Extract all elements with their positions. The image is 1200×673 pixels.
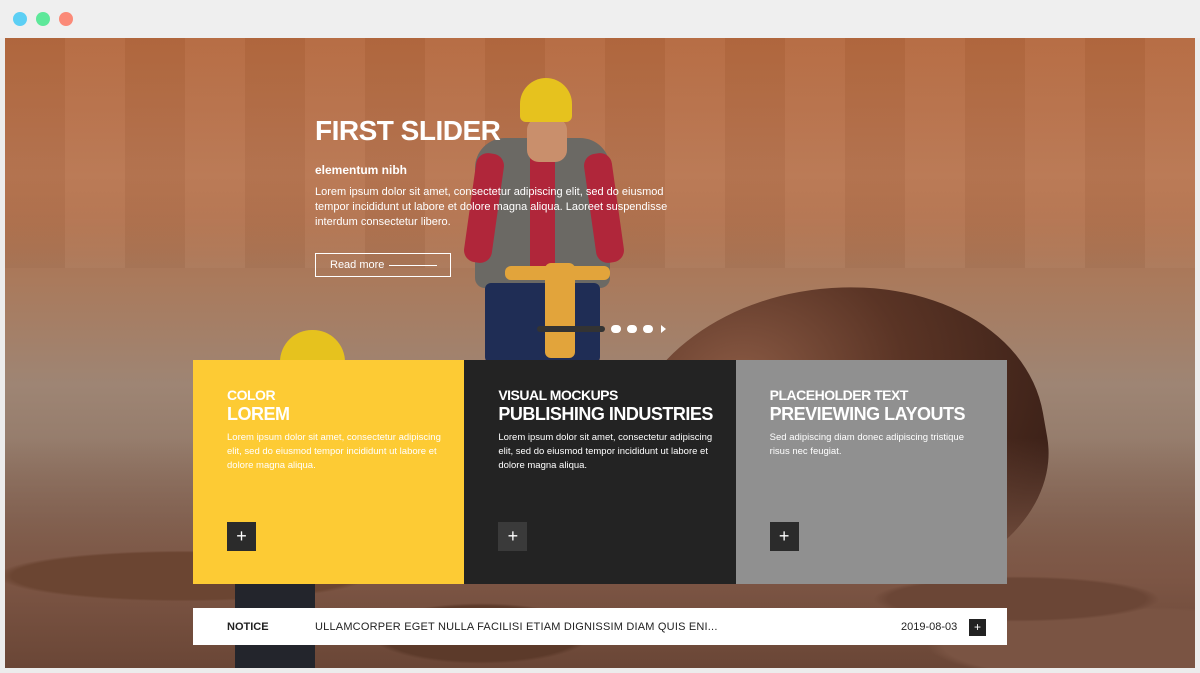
- window-dot-blue[interactable]: [13, 12, 27, 26]
- notice-label: NOTICE: [227, 620, 269, 633]
- card-text: Sed adipiscing diam donec adipiscing tri…: [769, 432, 964, 457]
- browser-window-bar: [0, 0, 1200, 38]
- slide-content: FIRST SLIDER elementum nibh Lorem ipsum …: [315, 116, 675, 230]
- card-kicker: VISUAL MOCKUPS: [498, 387, 618, 403]
- feature-card-color: COLOR LOREM Lorem ipsum dolor sit amet, …: [193, 360, 465, 584]
- card-kicker: PLACEHOLDER TEXT: [769, 387, 909, 403]
- feature-card-placeholder-text: PLACEHOLDER TEXT PREVIEWING LAYOUTS Sed …: [735, 360, 1007, 584]
- card-text: Lorem ipsum dolor sit amet, consectetur …: [498, 432, 713, 471]
- read-more-line-decoration: [389, 265, 437, 266]
- notice-link[interactable]: ULLAMCORPER EGET NULLA FACILISI ETIAM DI…: [315, 621, 718, 633]
- pager-next-arrow-icon[interactable]: [661, 325, 666, 333]
- card-plus-button[interactable]: +: [769, 522, 799, 551]
- pager-dot[interactable]: [643, 325, 653, 333]
- card-heading: PUBLISHING INDUSTRIES: [498, 404, 713, 424]
- pager-dot[interactable]: [611, 325, 621, 333]
- feature-card-visual-mockups: VISUAL MOCKUPS PUBLISHING INDUSTRIES Lor…: [464, 360, 736, 584]
- slide-description: Lorem ipsum dolor sit amet, consectetur …: [315, 186, 668, 228]
- jackhammer-handle-image: [505, 266, 610, 280]
- window-dot-red[interactable]: [59, 12, 73, 26]
- card-plus-button[interactable]: +: [498, 522, 528, 551]
- window-dot-green[interactable]: [36, 12, 50, 26]
- card-text: Lorem ipsum dolor sit amet, consectetur …: [227, 432, 441, 471]
- notice-bar: NOTICE ULLAMCORPER EGET NULLA FACILISI E…: [193, 608, 1007, 645]
- card-plus-button[interactable]: +: [227, 522, 256, 551]
- pager-dot-active[interactable]: [537, 326, 605, 332]
- worker-figure-legs: [485, 283, 600, 363]
- notice-date: 2019-08-03: [901, 620, 958, 633]
- card-heading: PREVIEWING LAYOUTS: [769, 404, 966, 424]
- slide-title: FIRST SLIDER: [315, 115, 501, 146]
- pager-dot[interactable]: [627, 325, 637, 333]
- card-kicker: COLOR: [227, 387, 276, 403]
- feature-cards: COLOR LOREM Lorem ipsum dolor sit amet, …: [193, 360, 1007, 584]
- read-more-label: Read more: [330, 259, 385, 271]
- read-more-button[interactable]: Read more: [315, 253, 451, 277]
- card-heading: LOREM: [227, 404, 290, 424]
- notice-more-button[interactable]: +: [969, 619, 986, 636]
- slide-subtitle: elementum nibh: [315, 163, 408, 177]
